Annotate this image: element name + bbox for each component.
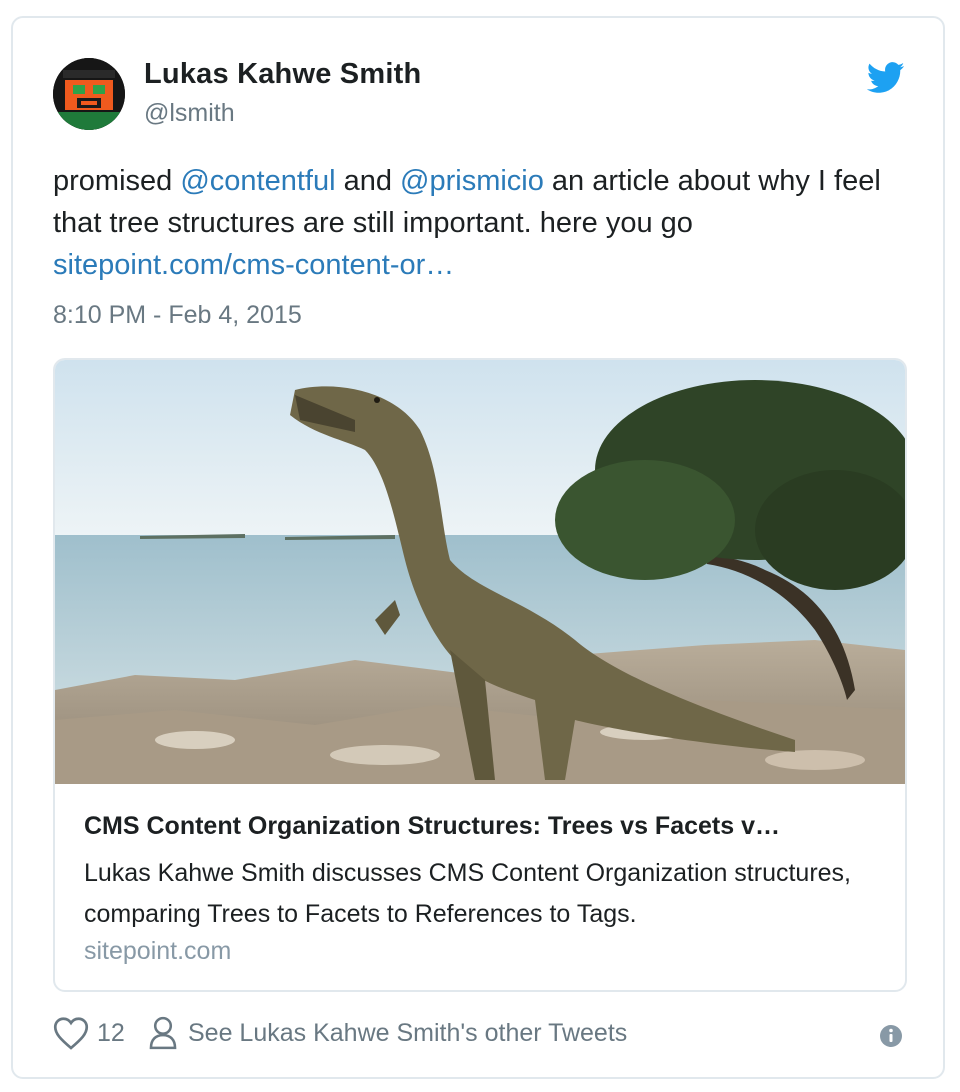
like-count: 12	[97, 1018, 125, 1047]
twitter-bird-icon[interactable]	[867, 62, 905, 94]
person-icon	[149, 1016, 177, 1050]
info-icon[interactable]	[879, 1024, 903, 1048]
tweet-text-part: promised	[53, 165, 181, 197]
tweet-timestamp[interactable]: 8:10 PM - Feb 4, 2015	[53, 301, 302, 330]
link-card[interactable]: CMS Content Organization Structures: Tre…	[53, 358, 907, 992]
avatar[interactable]	[53, 58, 125, 130]
author-name[interactable]: Lukas Kahwe Smith	[144, 58, 421, 91]
embedded-tweet: Lukas Kahwe Smith @lsmith promised @cont…	[11, 16, 945, 1079]
mention-contentful[interactable]: @contentful	[180, 165, 335, 197]
mention-prismicio[interactable]: @prismicio	[400, 165, 544, 197]
card-description: Lukas Kahwe Smith discusses CMS Content …	[84, 859, 852, 928]
other-tweets-label: See Lukas Kahwe Smith's other Tweets	[188, 1018, 628, 1047]
other-tweets-link[interactable]: See Lukas Kahwe Smith's other Tweets	[148, 1016, 627, 1050]
tweet-text-part: and	[335, 165, 401, 197]
card-title[interactable]: CMS Content Organization Structures: Tre…	[84, 812, 874, 841]
heart-icon	[53, 1017, 89, 1050]
card-image[interactable]	[55, 360, 905, 784]
article-link[interactable]: sitepoint.com/cms-content-or…	[53, 249, 454, 281]
author-handle[interactable]: @lsmith	[144, 99, 235, 128]
tweet-text: promised @contentful and @prismicio an a…	[53, 160, 923, 286]
card-domain: sitepoint.com	[84, 937, 232, 965]
like-button[interactable]: 12	[53, 1016, 125, 1050]
